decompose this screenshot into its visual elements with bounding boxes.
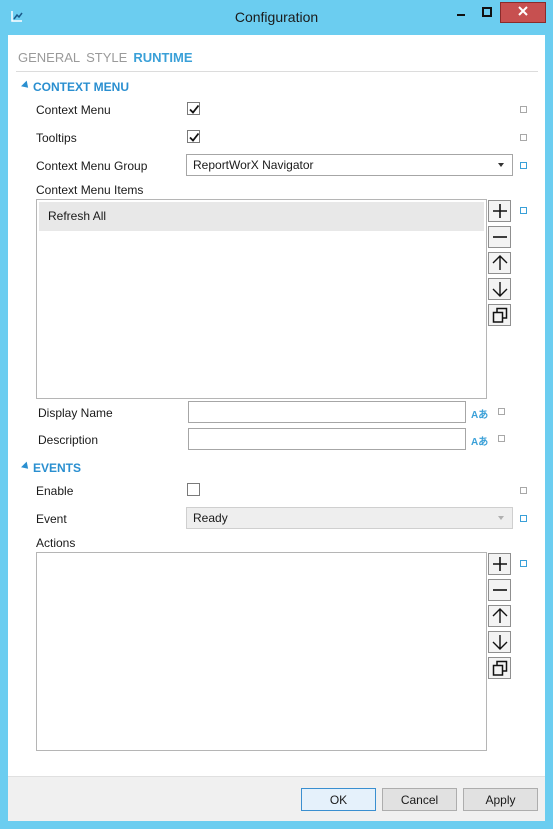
context-menu-group-label: Context Menu Group bbox=[36, 159, 148, 173]
event-dropdown[interactable]: Ready bbox=[186, 507, 513, 529]
remove-item-button[interactable] bbox=[488, 226, 511, 248]
context-menu-group-dropdown[interactable]: ReportWorX Navigator bbox=[186, 154, 513, 176]
pin-icon[interactable] bbox=[520, 134, 527, 141]
context-menu-section-header[interactable]: CONTEXT MENU bbox=[21, 80, 129, 94]
event-label: Event bbox=[36, 512, 67, 526]
arrow-up-icon bbox=[492, 255, 507, 270]
tab-style[interactable]: STYLE bbox=[86, 50, 127, 65]
copy-icon bbox=[492, 307, 507, 323]
maximize-button[interactable] bbox=[474, 2, 500, 23]
remove-action-button[interactable] bbox=[488, 579, 511, 601]
plus-icon bbox=[492, 204, 507, 218]
pin-icon[interactable] bbox=[498, 435, 505, 442]
enable-checkbox[interactable] bbox=[187, 483, 200, 496]
copy-action-button[interactable] bbox=[488, 657, 511, 679]
tab-general[interactable]: GENERAL bbox=[18, 50, 80, 65]
section-title: EVENTS bbox=[33, 461, 82, 475]
description-label: Description bbox=[38, 433, 99, 447]
context-menu-checkbox[interactable] bbox=[187, 102, 200, 115]
localization-icon[interactable]: Aあ bbox=[471, 406, 488, 421]
configuration-window: Configuration GENERAL STYLE RUNTIME CONT… bbox=[0, 0, 553, 829]
chevron-down-icon bbox=[498, 516, 504, 520]
checkmark-icon bbox=[189, 104, 200, 114]
add-item-button[interactable] bbox=[488, 200, 511, 222]
arrow-down-icon bbox=[492, 635, 507, 650]
minus-icon bbox=[492, 236, 507, 238]
dropdown-value: ReportWorX Navigator bbox=[193, 158, 314, 172]
cancel-button[interactable]: Cancel bbox=[382, 788, 457, 811]
move-up-button[interactable] bbox=[488, 252, 511, 274]
maximize-icon bbox=[482, 6, 492, 20]
collapse-triangle-icon bbox=[21, 80, 31, 91]
checkmark-icon bbox=[189, 132, 200, 142]
minimize-button[interactable] bbox=[448, 2, 474, 23]
plus-icon bbox=[492, 557, 507, 571]
section-title: CONTEXT MENU bbox=[33, 80, 129, 94]
tab-strip: GENERAL STYLE RUNTIME bbox=[18, 50, 193, 65]
dialog-footer: OK Cancel Apply bbox=[8, 776, 545, 821]
display-name-input[interactable] bbox=[188, 401, 466, 423]
move-action-down-button[interactable] bbox=[488, 631, 511, 653]
chevron-down-icon bbox=[498, 163, 504, 167]
dropdown-value: Ready bbox=[193, 511, 228, 525]
pin-icon[interactable] bbox=[498, 408, 505, 415]
add-action-button[interactable] bbox=[488, 553, 511, 575]
tabs-divider bbox=[16, 71, 538, 72]
copy-icon bbox=[492, 660, 507, 676]
description-input[interactable] bbox=[188, 428, 466, 450]
arrow-down-icon bbox=[492, 282, 507, 297]
title-bar[interactable]: Configuration bbox=[0, 0, 553, 35]
list-item[interactable]: Refresh All bbox=[39, 202, 484, 231]
apply-button[interactable]: Apply bbox=[463, 788, 538, 811]
localization-icon[interactable]: Aあ bbox=[471, 433, 488, 448]
move-action-up-button[interactable] bbox=[488, 605, 511, 627]
pin-icon[interactable] bbox=[520, 560, 527, 567]
minimize-icon bbox=[456, 6, 466, 20]
pin-icon[interactable] bbox=[520, 162, 527, 169]
events-section-header[interactable]: EVENTS bbox=[21, 461, 82, 475]
display-name-label: Display Name bbox=[38, 406, 113, 420]
close-icon bbox=[517, 5, 529, 20]
actions-label: Actions bbox=[36, 536, 76, 550]
pin-icon[interactable] bbox=[520, 106, 527, 113]
minus-icon bbox=[492, 589, 507, 591]
pin-icon[interactable] bbox=[520, 207, 527, 214]
move-down-button[interactable] bbox=[488, 278, 511, 300]
dialog-content: GENERAL STYLE RUNTIME CONTEXT MENU Conte… bbox=[8, 35, 545, 821]
tooltips-checkbox[interactable] bbox=[187, 130, 200, 143]
context-menu-label: Context Menu bbox=[36, 103, 111, 117]
copy-item-button[interactable] bbox=[488, 304, 511, 326]
arrow-up-icon bbox=[492, 608, 507, 623]
tooltips-label: Tooltips bbox=[36, 131, 77, 145]
ok-button[interactable]: OK bbox=[301, 788, 376, 811]
close-button[interactable] bbox=[500, 2, 546, 23]
context-menu-items-list[interactable]: Refresh All bbox=[36, 199, 487, 399]
pin-icon[interactable] bbox=[520, 515, 527, 522]
collapse-triangle-icon bbox=[21, 461, 31, 472]
tab-runtime[interactable]: RUNTIME bbox=[133, 50, 192, 65]
context-menu-items-label: Context Menu Items bbox=[36, 183, 144, 197]
pin-icon[interactable] bbox=[520, 487, 527, 494]
actions-list[interactable] bbox=[36, 552, 487, 751]
enable-label: Enable bbox=[36, 484, 74, 498]
